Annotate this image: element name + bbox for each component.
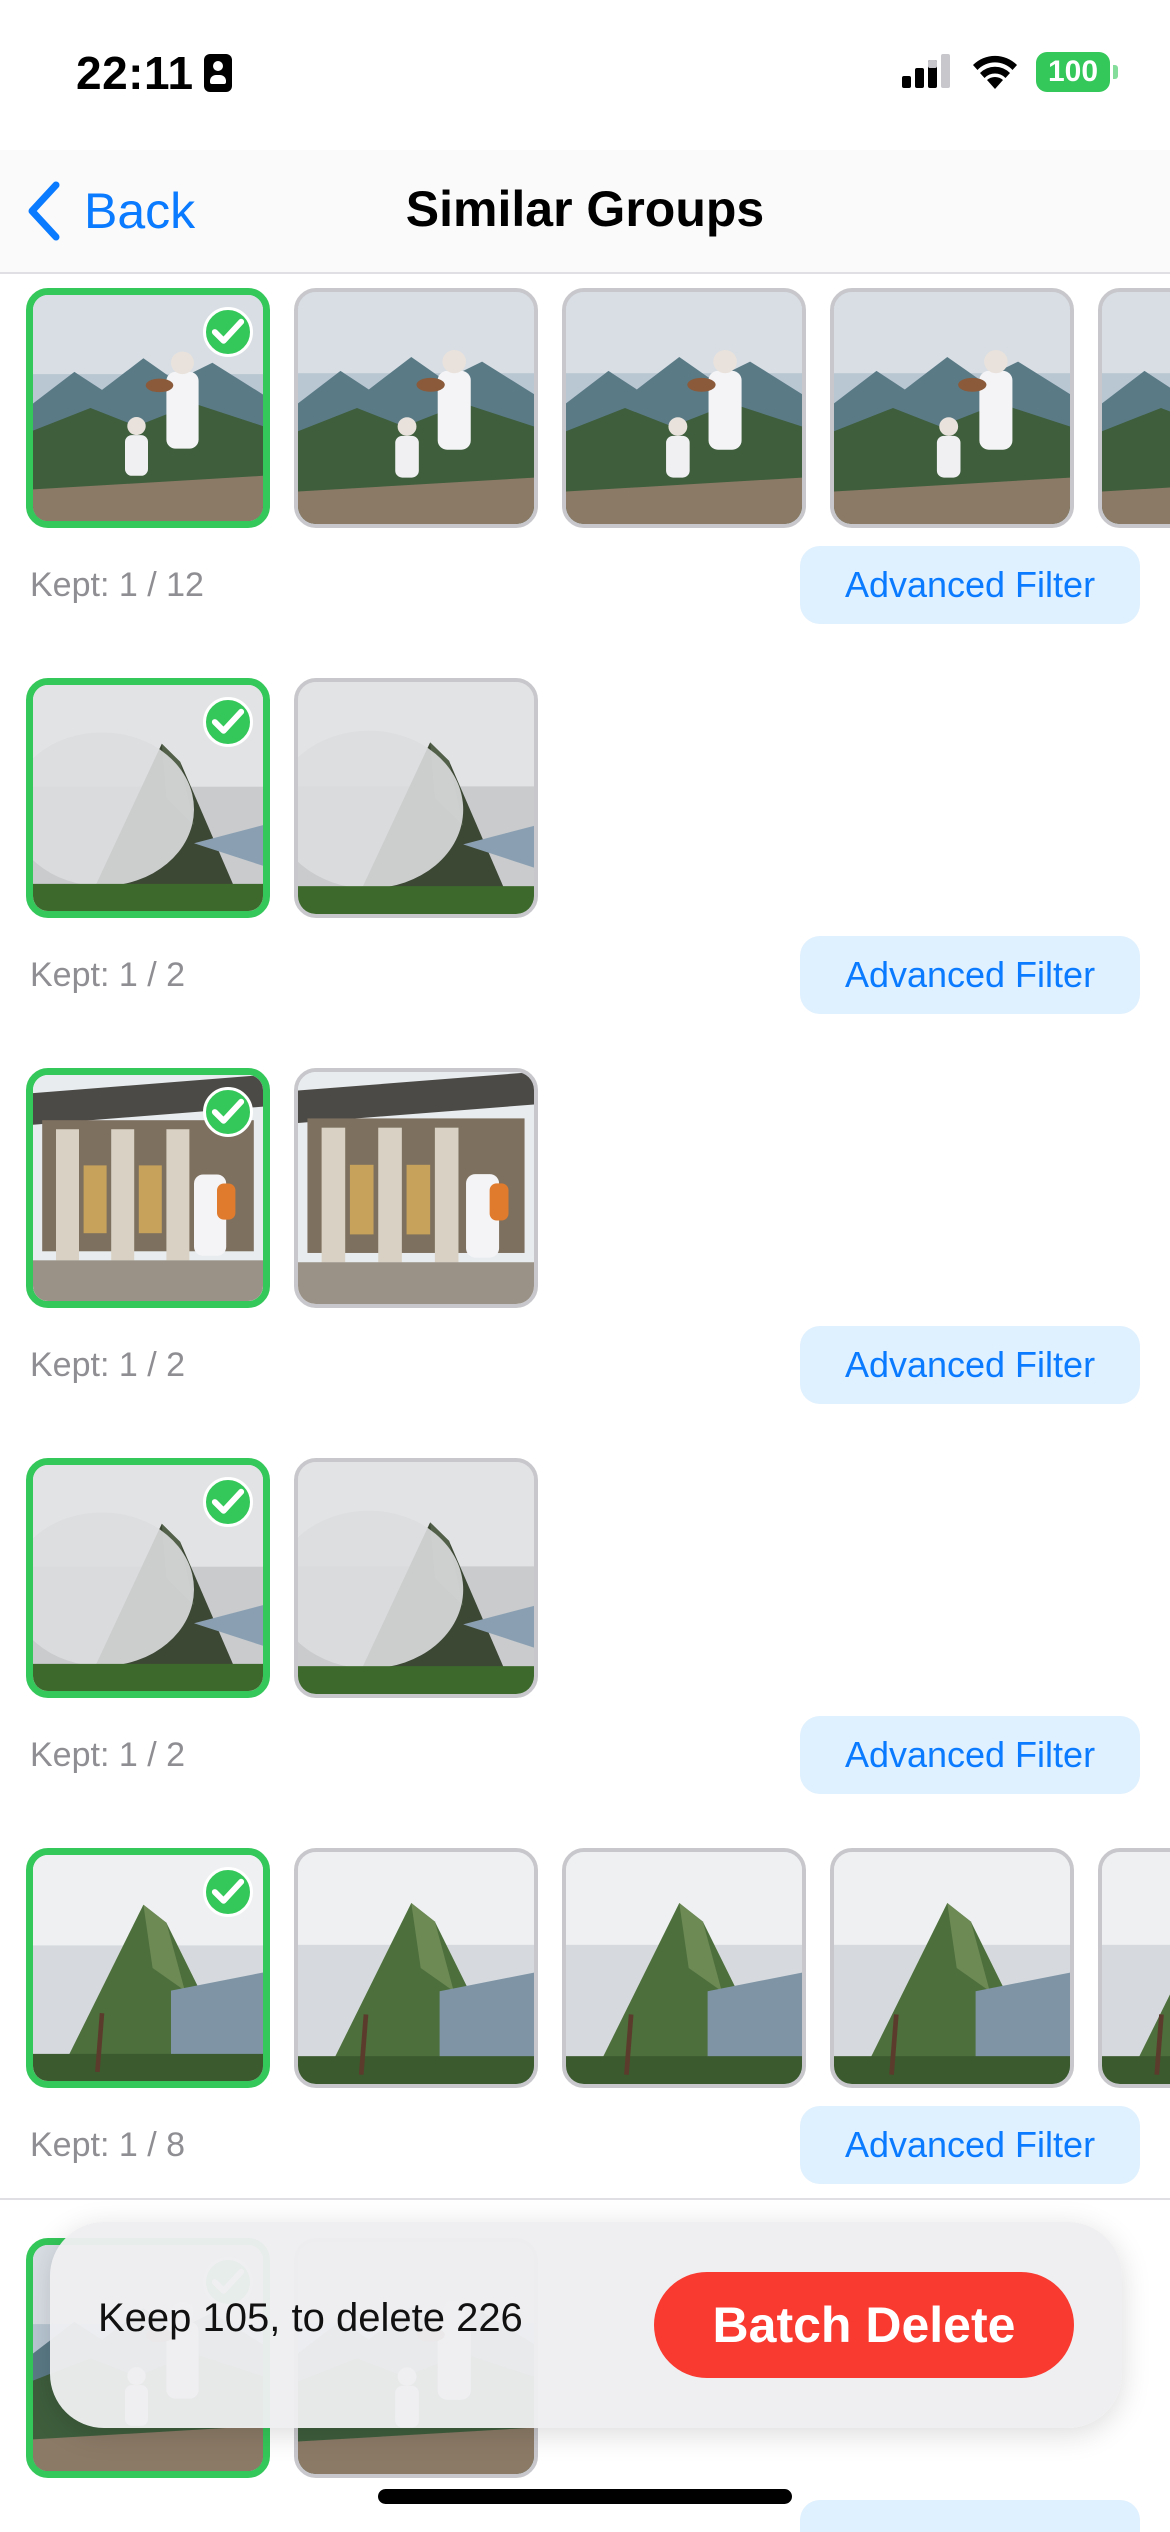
thumbnail-strip[interactable] [26, 1848, 1170, 2088]
photo-thumbnail-kept[interactable] [26, 1848, 270, 2088]
photo-thumbnail[interactable] [294, 1458, 538, 1698]
similar-group: Kept: 1 / 12 Advanced Filter [0, 276, 1170, 666]
photo-image [834, 292, 1070, 524]
checkmark-icon[interactable] [203, 1867, 253, 1917]
kept-count: Kept: 1 / 12 [30, 566, 204, 604]
advanced-filter-button[interactable]: Advanced Filter [800, 936, 1140, 1014]
photo-thumbnail[interactable] [294, 678, 538, 918]
photo-image [1102, 292, 1170, 524]
kept-count: Kept: 1 / 2 [30, 1736, 185, 1774]
similar-group: Kept: 1 / 2 Advanced Filter [0, 1056, 1170, 1446]
photo-thumbnail-kept[interactable] [26, 1458, 270, 1698]
home-indicator[interactable] [378, 2489, 792, 2504]
wifi-icon [973, 55, 1017, 89]
similar-group: Kept: 1 / 2 Advanced Filter [0, 666, 1170, 1056]
status-time-wrap: 22:11 [76, 46, 232, 100]
photo-thumbnail[interactable] [1098, 288, 1170, 528]
photo-thumbnail[interactable] [294, 1068, 538, 1308]
batch-action-bar: Keep 105, to delete 226 Batch Delete [50, 2222, 1122, 2428]
advanced-filter-button[interactable]: Advanced Filter [800, 2106, 1140, 2184]
photo-thumbnail[interactable] [830, 1848, 1074, 2088]
photo-image [298, 682, 534, 914]
system-icons: 100 [900, 52, 1118, 92]
advanced-filter-button[interactable]: Advanced Filter [800, 546, 1140, 624]
navigation-bar: Back Similar Groups [0, 150, 1170, 274]
checkmark-icon[interactable] [203, 307, 253, 357]
photo-thumbnail[interactable] [294, 1848, 538, 2088]
photo-thumbnail-kept[interactable] [26, 1068, 270, 1308]
photo-thumbnail-kept[interactable] [26, 288, 270, 528]
kept-count: Kept: 1 / 2 [30, 1346, 185, 1384]
photo-image [1102, 1852, 1170, 2084]
id-badge-icon [203, 54, 232, 92]
photo-thumbnail[interactable] [294, 288, 538, 528]
advanced-filter-button[interactable]: Advanced Filter [800, 1716, 1140, 1794]
status-bar: 22:11 100 [0, 0, 1170, 150]
thumbnail-strip[interactable] [26, 288, 1170, 528]
advanced-filter-button[interactable]: Advanced Filter [800, 1326, 1140, 1404]
kept-count: Kept: 1 / 8 [30, 2126, 185, 2164]
cellular-icon [902, 54, 950, 88]
photo-thumbnail[interactable] [562, 1848, 806, 2088]
photo-image [566, 292, 802, 524]
photo-image [298, 1072, 534, 1304]
kept-count: Kept: 1 / 2 [30, 956, 185, 994]
photo-thumbnail[interactable] [1098, 1848, 1170, 2088]
photo-thumbnail[interactable] [562, 288, 806, 528]
photo-thumbnail[interactable] [830, 288, 1074, 528]
keep-delete-summary: Keep 105, to delete 226 [98, 2296, 523, 2340]
similar-group: Kept: 1 / 8 Advanced Filter [0, 1836, 1170, 2202]
thumbnail-strip[interactable] [26, 1068, 1170, 1308]
status-time: 22:11 [76, 47, 194, 99]
advanced-filter-button-partial[interactable] [800, 2500, 1140, 2532]
batch-delete-button[interactable]: Batch Delete [654, 2272, 1074, 2378]
checkmark-icon[interactable] [203, 697, 253, 747]
checkmark-icon[interactable] [203, 1477, 253, 1527]
photo-image [298, 1852, 534, 2084]
list-divider [0, 2198, 1170, 2200]
similar-groups-list[interactable]: Kept: 1 / 12 Advanced Filter Kept: 1 / 2… [0, 276, 1170, 2202]
photo-image [566, 1852, 802, 2084]
battery-icon: 100 [1036, 52, 1118, 92]
battery-cap [1113, 65, 1118, 79]
photo-image [298, 1462, 534, 1694]
thumbnail-strip[interactable] [26, 1458, 1170, 1698]
thumbnail-strip[interactable] [26, 678, 1170, 918]
photo-image [834, 1852, 1070, 2084]
similar-group: Kept: 1 / 2 Advanced Filter [0, 1446, 1170, 1836]
checkmark-icon[interactable] [203, 1087, 253, 1137]
photo-image [298, 292, 534, 524]
battery-level: 100 [1036, 52, 1110, 92]
page-title: Similar Groups [405, 181, 765, 237]
photo-thumbnail-kept[interactable] [26, 678, 270, 918]
